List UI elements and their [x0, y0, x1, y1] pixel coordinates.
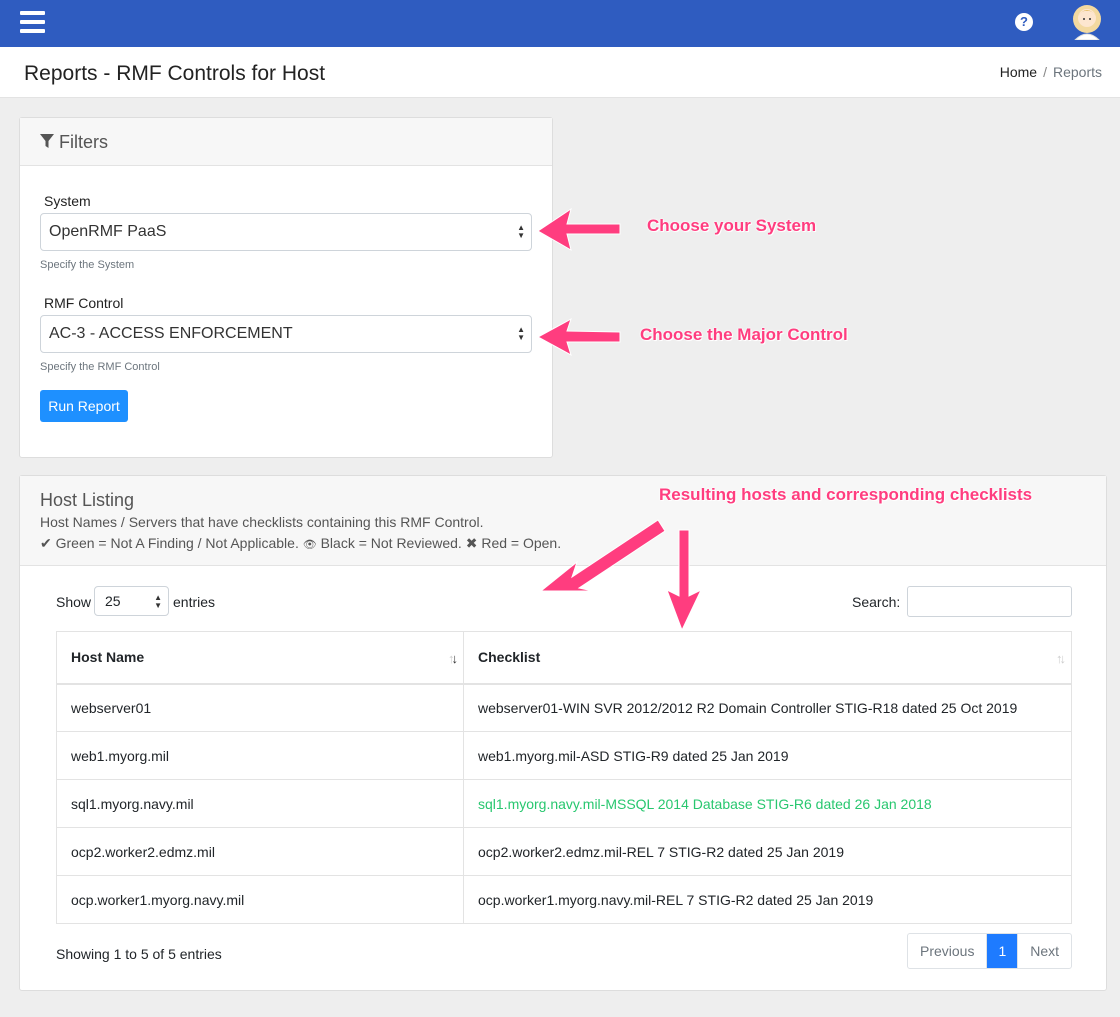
annotation-resulting-hosts: Resulting hosts and corresponding checkl… [659, 485, 1033, 504]
host-listing-card: Host Listing Host Names / Servers that h… [19, 475, 1107, 991]
top-navbar: ? [0, 0, 1120, 47]
pagination-next-button[interactable]: Next [1017, 934, 1071, 968]
pagination-page-button[interactable]: 1 [987, 934, 1018, 968]
host-name-cell: sql1.myorg.navy.mil [56, 779, 464, 828]
system-select[interactable]: OpenRMF PaaS ▲ ▼ [40, 213, 532, 251]
table-info-text: Showing 1 to 5 of 5 entries [56, 946, 222, 962]
entries-per-page-value: 25 [105, 593, 121, 609]
checklist-cell[interactable]: web1.myorg.mil-ASD STIG-R9 dated 25 Jan … [463, 731, 1072, 780]
rmf-control-label: RMF Control [44, 295, 124, 311]
column-header-checklist[interactable]: Checklist ↑↓ [463, 631, 1072, 685]
system-label: System [44, 193, 91, 209]
eye-slash-icon: 👁 [302, 539, 317, 551]
run-report-button[interactable]: Run Report [40, 390, 128, 422]
column-header-label: Host Name [71, 649, 145, 666]
host-table: Host Name ↑↓ Checklist ↑↓ webserver01 web… [56, 631, 1072, 924]
entries-label: entries [173, 594, 216, 610]
annotation-choose-control: Choose the Major Control [640, 325, 848, 344]
checklist-cell[interactable]: ocp2.worker2.edmz.mil-REL 7 STIG-R2 date… [463, 827, 1072, 876]
table-row[interactable]: web1.myorg.mil web1.myorg.mil-ASD STIG-R9… [56, 731, 1072, 780]
host-listing-title: Host Listing [40, 490, 135, 510]
table-row[interactable]: ocp.worker1.myorg.navy.mil ocp.worker1.my… [56, 875, 1072, 924]
host-listing-subtitle: Host Names / Servers that have checklist… [40, 514, 484, 530]
rmf-control-help-text: Specify the RMF Control [40, 361, 160, 373]
column-header-host-name[interactable]: Host Name ↑↓ [56, 631, 464, 685]
entries-per-page-select[interactable]: 25 ▲ ▼ [94, 586, 169, 616]
legend-red-text: Red = Open. [481, 535, 562, 551]
checklist-cell[interactable]: sql1.myorg.navy.mil-MSSQL 2014 Database … [463, 779, 1072, 828]
search-label: Search: [852, 594, 901, 610]
filters-card: Filters System OpenRMF PaaS ▲ ▼ Specify t… [19, 117, 553, 458]
breadcrumb-home-link[interactable]: Home [1000, 64, 1037, 80]
table-row[interactable]: ocp2.worker2.edmz.mil ocp2.worker2.edmz.m… [56, 827, 1072, 876]
filters-title-text: Filters [59, 132, 108, 152]
hamburger-icon[interactable] [20, 11, 45, 33]
page-title: Reports - RMF Controls for Host [24, 62, 326, 85]
filters-header: Filters [20, 118, 552, 166]
host-name-cell: webserver01 [56, 683, 464, 732]
host-name-cell: web1.myorg.mil [56, 731, 464, 780]
sort-icon: ↑↓ [1056, 651, 1066, 666]
status-legend: ✔ Green = Not A Finding / Not Applicable… [40, 535, 561, 552]
legend-black-text: Black = Not Reviewed. [320, 535, 462, 551]
table-row[interactable]: webserver01 webserver01-WIN SVR 2012/2012… [56, 683, 1072, 732]
times-icon: ✖ [465, 535, 478, 551]
pagination-previous-button[interactable]: Previous [908, 934, 988, 968]
breadcrumb: Home / Reports [1000, 64, 1102, 80]
select-arrows-icon: ▲ ▼ [154, 593, 162, 610]
filters-title: Filters [40, 132, 108, 153]
rmf-control-select[interactable]: AC-3 - ACCESS ENFORCEMENT ▲ ▼ [40, 315, 532, 353]
user-avatar-icon[interactable] [1072, 4, 1102, 40]
show-label: Show [56, 594, 92, 610]
page-header: Reports - RMF Controls for Host Home / Rep… [0, 47, 1120, 98]
select-arrows-icon: ▲ ▼ [517, 325, 525, 342]
pagination: Previous 1 Next [907, 933, 1073, 969]
table-row[interactable]: sql1.myorg.navy.mil sql1.myorg.navy.mil-M… [56, 779, 1072, 828]
host-name-cell: ocp2.worker2.edmz.mil [56, 827, 464, 876]
system-help-text: Specify the System [40, 259, 135, 271]
annotation-choose-system: Choose your System [647, 216, 817, 235]
checklist-cell[interactable]: ocp.worker1.myorg.navy.mil-REL 7 STIG-R2… [463, 875, 1072, 924]
column-header-label: Checklist [478, 649, 541, 666]
search-input[interactable] [907, 586, 1072, 617]
breadcrumb-current: Reports [1052, 64, 1102, 80]
question-circle-icon[interactable]: ? [1015, 13, 1033, 31]
select-arrows-icon: ▲ ▼ [517, 223, 525, 240]
legend-green-text: Green = Not A Finding / Not Applicable. [55, 535, 299, 551]
system-select-value: OpenRMF PaaS [49, 223, 167, 240]
check-icon: ✔ [40, 535, 52, 551]
sort-desc-icon: ↑↓ [448, 651, 458, 666]
breadcrumb-separator: / [1043, 64, 1047, 80]
checklist-cell[interactable]: webserver01-WIN SVR 2012/2012 R2 Domain … [463, 683, 1072, 732]
filter-icon [40, 134, 54, 148]
host-name-cell: ocp.worker1.myorg.navy.mil [56, 875, 464, 924]
rmf-control-select-value: AC-3 - ACCESS ENFORCEMENT [49, 325, 293, 342]
